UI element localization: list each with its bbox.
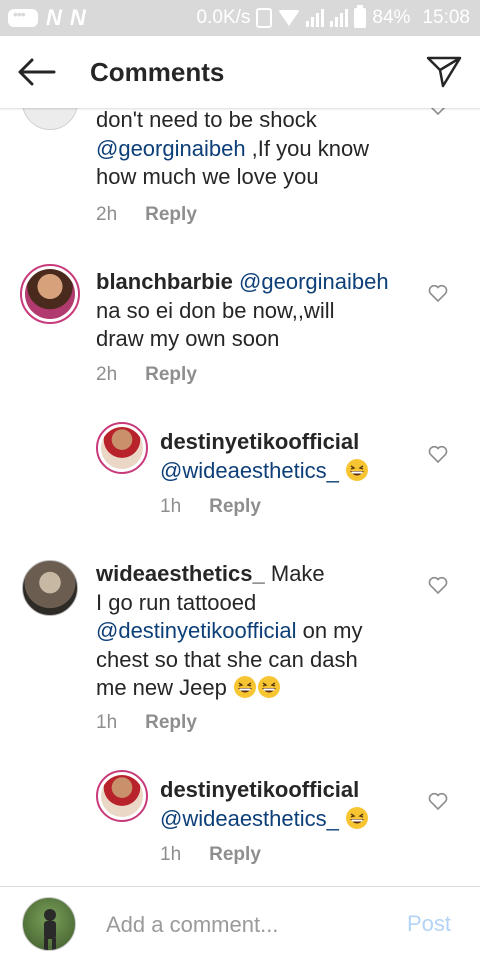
share-button[interactable] (408, 36, 480, 108)
grinning-squinting-face-icon (346, 806, 368, 829)
avatar[interactable] (22, 108, 78, 130)
comment-list[interactable]: don't need to be shock @georginaibeh ,If… (0, 108, 480, 886)
mention-link[interactable]: @wideaesthetics_ (160, 458, 339, 483)
mention-link[interactable]: @destinyetikoofficial (96, 618, 296, 643)
avatar[interactable] (20, 264, 80, 324)
comment-time: 1h (96, 712, 118, 733)
network-indicator-n: N (69, 5, 86, 30)
reply-button[interactable]: Reply (145, 364, 197, 386)
comment-composer: Post (0, 886, 480, 960)
heart-icon[interactable] (428, 108, 448, 116)
post-button[interactable]: Post (407, 911, 451, 937)
grinning-squinting-face-icon (346, 458, 368, 481)
comment-text: destinyetikoofficial @wideaesthetics_ (160, 776, 420, 833)
heart-icon[interactable] (428, 444, 448, 464)
comment-meta: 2h Reply (96, 364, 197, 386)
back-button[interactable] (0, 36, 72, 108)
page-title: Comments (90, 56, 225, 87)
reply-button[interactable]: Reply (145, 712, 197, 734)
heart-icon[interactable] (428, 791, 448, 811)
comment-meta: 2h Reply (96, 204, 197, 226)
heart-icon[interactable] (428, 575, 448, 595)
message-notification-icon (8, 6, 38, 27)
comment-text: destinyetikoofficial @wideaesthetics_ (160, 428, 420, 485)
comment-username[interactable]: destinyetikoofficial (160, 777, 359, 802)
network-speed: 0.0K/s (196, 7, 251, 28)
comment-text: don't need to be shock @georginaibeh ,If… (96, 108, 370, 189)
send-icon (426, 56, 462, 88)
comment-meta: 1h Reply (160, 844, 261, 866)
comment-meta: 1h Reply (160, 496, 261, 518)
comment-input[interactable] (106, 909, 386, 941)
vibrate-icon (256, 8, 273, 28)
reply-button[interactable]: Reply (209, 496, 261, 518)
mention-link[interactable]: @georginaibeh (239, 269, 389, 294)
reply-button[interactable]: Reply (209, 844, 261, 866)
avatar[interactable] (96, 770, 148, 822)
grinning-squinting-face-icon (233, 676, 256, 698)
network-indicator-n: N (46, 5, 62, 30)
back-arrow-icon (18, 58, 56, 86)
grinning-squinting-face-icon (257, 676, 280, 698)
comment-time: 1h (160, 496, 182, 517)
reply-button[interactable]: Reply (145, 204, 197, 226)
status-bar: N N 0.0K/s 84% 15:08 (0, 0, 480, 36)
battery-icon (354, 5, 367, 28)
comment-text: blanchbarbie @georginaibeh na so ei don … (96, 269, 389, 351)
my-avatar (22, 897, 76, 951)
wifi-icon (278, 10, 301, 26)
comment-time: 2h (96, 204, 118, 225)
comment-time: 2h (96, 364, 118, 385)
comment-username[interactable]: blanchbarbie (96, 269, 233, 294)
comment-time: 1h (160, 844, 182, 865)
clock: 15:08 (422, 7, 470, 28)
avatar[interactable] (96, 422, 148, 474)
signal-icon-2 (330, 9, 349, 27)
mention-link[interactable]: @georginaibeh (96, 136, 246, 161)
battery-percent: 84% (372, 7, 411, 28)
comment-text: wideaesthetics_ Make I go run tattooed @… (96, 561, 363, 700)
comment-username[interactable]: destinyetikoofficial (160, 429, 359, 454)
comment-username[interactable]: wideaesthetics_ (96, 561, 265, 586)
top-bar: Comments (0, 36, 480, 108)
mention-link[interactable]: @wideaesthetics_ (160, 806, 339, 831)
profile-photo-icon (44, 909, 56, 950)
heart-icon[interactable] (428, 283, 448, 303)
signal-icon (306, 9, 325, 27)
comment-meta: 1h Reply (96, 712, 197, 734)
avatar[interactable] (22, 560, 78, 616)
